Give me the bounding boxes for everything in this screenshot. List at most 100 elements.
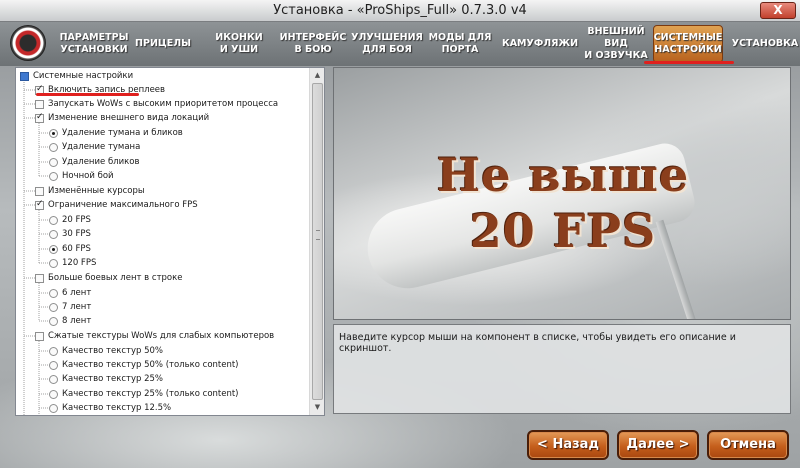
tree-item-label: Удаление бликов <box>62 157 140 167</box>
tab-appearance-sound[interactable]: ВНЕШНИЙ ВИД И ОЗВУЧКА <box>582 25 650 63</box>
radio-button[interactable] <box>49 389 58 399</box>
tree-item-label: 8 лент <box>62 316 92 326</box>
tab-battle-improvements[interactable]: УЛУЧШЕНИЯ ДЛЯ БОЯ <box>351 25 423 63</box>
tree-item-label: Качество текстур 50% (только content) <box>62 360 239 370</box>
radio-button[interactable] <box>49 316 58 326</box>
close-button[interactable]: X <box>760 2 796 19</box>
tree-item-label: Изменение внешнего вида локаций <box>48 113 210 123</box>
tree-item-label: 60 FPS <box>62 244 91 254</box>
tree-item[interactable]: 6 лент <box>49 286 91 300</box>
active-tab-underline <box>644 61 734 64</box>
tree-item-label: Изменённые курсоры <box>48 186 145 196</box>
preview-caption-line1: Не выше <box>436 148 690 202</box>
description-box: Наведите курсор мыши на компонент в спис… <box>333 324 791 414</box>
tree-item[interactable]: Качество текстур 12.5% <box>49 401 171 415</box>
tree-item-label: Качество текстур 25% <box>62 374 163 384</box>
back-button[interactable]: < Назад <box>527 430 609 460</box>
tree-item[interactable]: Изменение внешнего вида локаций <box>35 111 209 125</box>
scroll-up-icon[interactable]: ▲ <box>310 68 325 83</box>
tree-root[interactable]: Системные настройки <box>20 69 133 83</box>
tab-install-params[interactable]: ПАРАМЕТРЫ УСТАНОВКИ <box>58 25 130 63</box>
radio-button[interactable] <box>49 157 58 167</box>
radio-button[interactable] <box>49 258 58 268</box>
tree-item[interactable]: 120 FPS <box>49 256 96 270</box>
window-title: Установка - «ProShips_Full» 0.7.3.0 v4 <box>273 3 527 18</box>
tree-item-label: 30 FPS <box>62 229 91 239</box>
radio-button[interactable] <box>49 229 58 239</box>
tree-item-label: Больше боевых лент в строке <box>48 273 183 283</box>
tab-port-mods[interactable]: МОДЫ ДЛЯ ПОРТА <box>428 25 492 63</box>
tree-item-label: 20 FPS <box>62 215 91 225</box>
radio-button[interactable] <box>49 360 58 370</box>
radio-button[interactable] <box>49 244 58 254</box>
components-list: Системные настройки Включить запись репл… <box>16 68 310 415</box>
tree-item[interactable]: Ночной бой <box>49 169 114 183</box>
checkbox[interactable] <box>35 186 44 196</box>
tree-item-label: Удаление тумана <box>62 142 141 152</box>
tree-item[interactable]: Удаление тумана и бликов <box>49 126 183 140</box>
tree-scrollbar[interactable]: ▲ ▼ <box>309 68 324 415</box>
checkbox[interactable] <box>35 112 44 123</box>
checkbox[interactable] <box>35 331 44 341</box>
highlight-underline <box>36 93 139 96</box>
radio-button[interactable] <box>49 128 58 138</box>
components-tree[interactable]: Системные настройки Включить запись репл… <box>15 67 325 416</box>
tree-item[interactable]: Качество текстур 50% <box>49 344 163 358</box>
tab-crosshairs[interactable]: ПРИЦЕЛЫ <box>134 25 192 63</box>
tab-installation[interactable]: УСТАНОВКА <box>732 25 799 63</box>
scroll-thumb[interactable] <box>312 83 323 400</box>
tree-item[interactable]: 7 лент <box>49 300 91 314</box>
tree-item[interactable]: Сжатые текстуры WoWs для слабых компьюте… <box>35 329 274 343</box>
tree-item-label: Ночной бой <box>62 171 114 181</box>
radio-button[interactable] <box>49 403 58 413</box>
tree-item[interactable]: 8 лент <box>49 314 91 328</box>
tree-item-label: Ограничение максимального FPS <box>48 200 198 210</box>
tree-item[interactable]: 60 FPS <box>49 242 91 256</box>
checkbox[interactable] <box>35 199 44 210</box>
radio-button[interactable] <box>49 302 58 312</box>
tab-battle-interface[interactable]: ИНТЕРФЕЙС В БОЮ <box>280 25 347 63</box>
app-logo-icon <box>10 25 46 61</box>
tree-item-label: Запускать WoWs с высоким приоритетом про… <box>48 99 279 109</box>
tab-icons[interactable]: ИКОНКИ И УШИ <box>210 25 268 63</box>
tree-item[interactable]: Качество текстур 25% (только content) <box>49 387 239 401</box>
tree-item[interactable]: Удаление тумана <box>49 140 140 154</box>
tree-item[interactable]: Удаление бликов <box>49 155 139 169</box>
window-title-bar: Установка - «ProShips_Full» 0.7.3.0 v4 X <box>0 0 800 22</box>
tree-item-label: Качество текстур 50% <box>62 346 163 356</box>
radio-button[interactable] <box>49 346 58 356</box>
tree-item-label: Сжатые текстуры WoWs для слабых компьюте… <box>48 331 275 341</box>
tree-item[interactable]: 20 FPS <box>49 213 91 227</box>
tree-item[interactable]: Изменённые курсоры <box>35 184 145 198</box>
tree-item-label: 120 FPS <box>62 258 97 268</box>
tree-item-label: 7 лент <box>62 302 92 312</box>
tree-item[interactable]: 30 FPS <box>49 227 91 241</box>
radio-button[interactable] <box>49 142 58 152</box>
radio-button[interactable] <box>49 171 58 181</box>
tree-item-label: Качество текстур 12.5% <box>62 403 172 413</box>
preview-caption-line2: 20 FPS <box>469 204 657 258</box>
folder-icon <box>20 71 29 81</box>
tree-root-label: Системные настройки <box>33 71 134 81</box>
radio-button[interactable] <box>49 215 58 225</box>
cancel-button[interactable]: Отмена <box>707 430 789 460</box>
tree-item-label: Качество текстур 25% (только content) <box>62 389 239 399</box>
radio-button[interactable] <box>49 374 58 384</box>
checkbox[interactable] <box>35 273 44 283</box>
next-button[interactable]: Далее > <box>617 430 699 460</box>
grip-icon <box>316 230 320 240</box>
tree-item[interactable]: Качество текстур 50% (только content) <box>49 358 239 372</box>
scroll-down-icon[interactable]: ▼ <box>310 400 325 415</box>
tab-camouflage[interactable]: КАМУФЛЯЖИ <box>500 25 580 63</box>
nav-bar: ПАРАМЕТРЫ УСТАНОВКИ ПРИЦЕЛЫ ИКОНКИ И УШИ… <box>0 22 800 66</box>
tree-item[interactable]: Качество текстур 25% <box>49 372 163 386</box>
checkbox[interactable] <box>35 99 44 109</box>
tab-system-settings[interactable]: СИСТЕМНЫЕ НАСТРОЙКИ <box>653 25 723 63</box>
tree-item-label: Удаление тумана и бликов <box>62 128 183 138</box>
tree-item[interactable]: Запускать WoWs с высоким приоритетом про… <box>35 97 278 111</box>
tree-item[interactable]: Больше боевых лент в строке <box>35 271 182 285</box>
tree-item[interactable]: Ограничение максимального FPS <box>35 198 198 212</box>
preview-image: Не выше 20 FPS <box>333 67 791 320</box>
tree-item-label: 6 лент <box>62 288 92 298</box>
radio-button[interactable] <box>49 288 58 298</box>
